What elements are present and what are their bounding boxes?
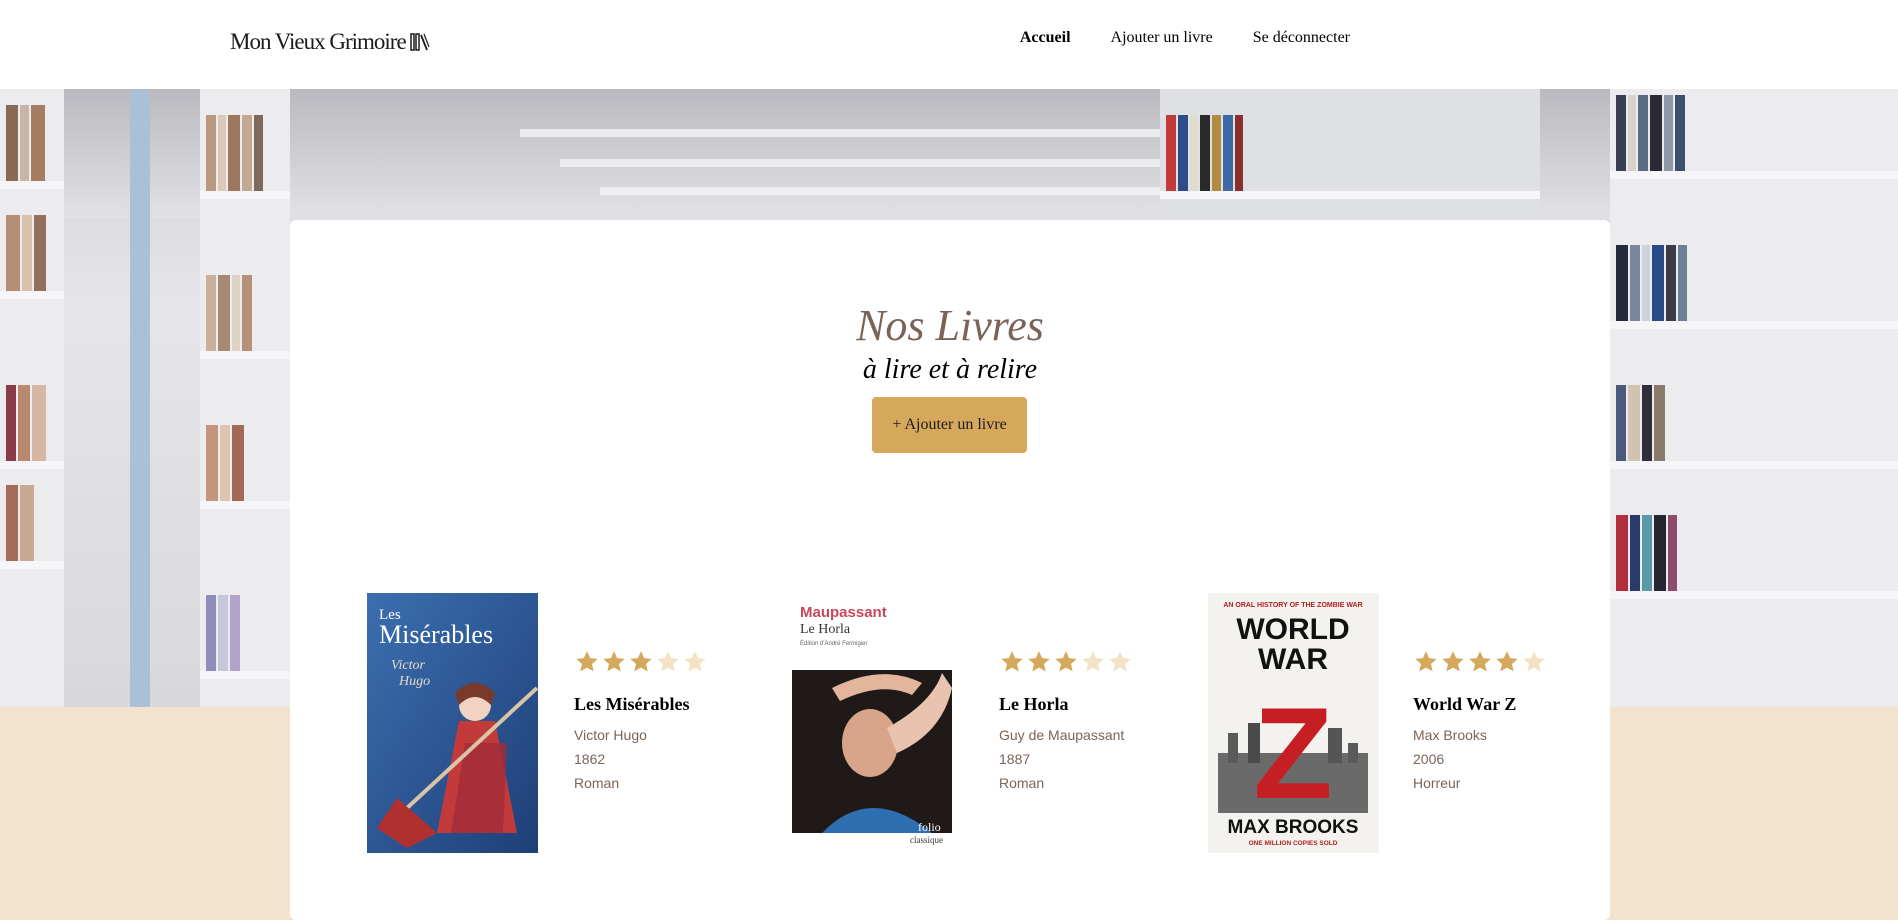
bookshelf-left	[0, 89, 64, 707]
star-filled-icon	[603, 651, 625, 672]
books-icon	[409, 33, 430, 51]
book-card[interactable]: Les Misérables Victor Hugo Les Misérable…	[367, 593, 707, 855]
rating-stars	[574, 649, 708, 677]
book-meta: Guy de Maupassant 1887 Roman	[999, 723, 1133, 795]
book-title: Les Misérables	[574, 694, 690, 714]
book-info: World War Z Max Brooks 2006 Horreur	[1413, 649, 1547, 795]
main-nav: Accueil Ajouter un livre Se déconnecter	[1020, 29, 1350, 47]
star-filled-icon	[1469, 651, 1491, 672]
logo-text: Mon Vieux Grimoire	[230, 29, 407, 54]
svg-text:WORLD: WORLD	[1236, 613, 1349, 646]
star-filled-icon	[1415, 651, 1437, 672]
star-filled-icon	[1028, 651, 1050, 672]
star-empty-icon	[1523, 651, 1545, 672]
book-genre: Roman	[999, 775, 1045, 791]
rating-stars	[1413, 649, 1547, 677]
star-empty-icon	[684, 651, 706, 672]
star-filled-icon	[576, 651, 598, 672]
site-logo[interactable]: Mon Vieux Grimoire	[230, 29, 430, 55]
star-filled-icon	[630, 651, 652, 672]
book-meta: Max Brooks 2006 Horreur	[1413, 723, 1547, 795]
nav-ajouter-livre[interactable]: Ajouter un livre	[1111, 29, 1213, 47]
book-genre: Horreur	[1413, 775, 1461, 791]
star-empty-icon	[657, 651, 679, 672]
bookshelf-right	[1610, 89, 1898, 707]
book-info: Le Horla Guy de Maupassant 1887 Roman	[999, 649, 1133, 795]
book-year: 1887	[999, 751, 1031, 767]
svg-text:ONE MILLION COPIES SOLD: ONE MILLION COPIES SOLD	[1249, 840, 1338, 847]
book-author: Max Brooks	[1413, 727, 1487, 743]
book-info: Les Misérables Victor Hugo 1862 Roman	[574, 649, 708, 795]
nav-accueil[interactable]: Accueil	[1020, 29, 1071, 47]
book-meta: Victor Hugo 1862 Roman	[574, 723, 708, 795]
svg-text:folio: folio	[918, 820, 941, 834]
svg-text:MAX BROOKS: MAX BROOKS	[1228, 817, 1359, 838]
star-filled-icon	[1055, 651, 1077, 672]
svg-text:Le Horla: Le Horla	[800, 622, 851, 637]
star-filled-icon	[1001, 651, 1023, 672]
book-card[interactable]: Maupassant Le Horla Édition d'André Ferm…	[792, 593, 1132, 855]
book-cover-les-miserables[interactable]: Les Misérables Victor Hugo	[367, 593, 538, 853]
svg-text:AN ORAL HISTORY OF THE ZOMBIE: AN ORAL HISTORY OF THE ZOMBIE WAR	[1223, 602, 1362, 609]
star-filled-icon	[1496, 651, 1518, 672]
nav-se-deconnecter[interactable]: Se déconnecter	[1253, 29, 1350, 47]
books-panel: Nos Livres à lire et à relire + Ajouter …	[290, 220, 1610, 920]
svg-text:Victor: Victor	[391, 658, 426, 673]
book-cover-le-horla[interactable]: Maupassant Le Horla Édition d'André Ferm…	[792, 593, 963, 853]
book-year: 1862	[574, 751, 606, 767]
page-title: Nos Livres	[856, 301, 1044, 350]
svg-text:WAR: WAR	[1258, 643, 1328, 676]
book-cover-world-war-z[interactable]: AN ORAL HISTORY OF THE ZOMBIE WAR WORLD …	[1208, 593, 1379, 853]
star-empty-icon	[1082, 651, 1104, 672]
bookshelf-left-2	[200, 89, 290, 707]
svg-text:Z: Z	[1253, 680, 1332, 826]
book-card[interactable]: AN ORAL HISTORY OF THE ZOMBIE WAR WORLD …	[1208, 593, 1548, 855]
svg-text:Hugo: Hugo	[398, 674, 430, 689]
star-filled-icon	[1442, 651, 1464, 672]
star-empty-icon	[1109, 651, 1131, 672]
book-author: Guy de Maupassant	[999, 727, 1125, 743]
page-subtitle: à lire et à relire	[862, 354, 1038, 385]
site-header: Mon Vieux Grimoire Accueil Ajouter un li…	[0, 0, 1898, 89]
shelf-divider	[130, 89, 150, 707]
book-year: 2006	[1413, 751, 1445, 767]
book-title: World War Z	[1413, 694, 1517, 714]
rating-stars	[999, 649, 1133, 677]
book-title: Le Horla	[999, 694, 1069, 714]
svg-text:Édition d'André Fermigier: Édition d'André Fermigier	[800, 640, 868, 647]
book-genre: Roman	[574, 775, 620, 791]
add-book-button[interactable]: + Ajouter un livre	[872, 397, 1027, 453]
svg-text:Maupassant: Maupassant	[800, 604, 887, 621]
svg-text:classique: classique	[910, 835, 943, 845]
svg-text:Misérables: Misérables	[379, 620, 493, 649]
book-author: Victor Hugo	[574, 727, 647, 743]
